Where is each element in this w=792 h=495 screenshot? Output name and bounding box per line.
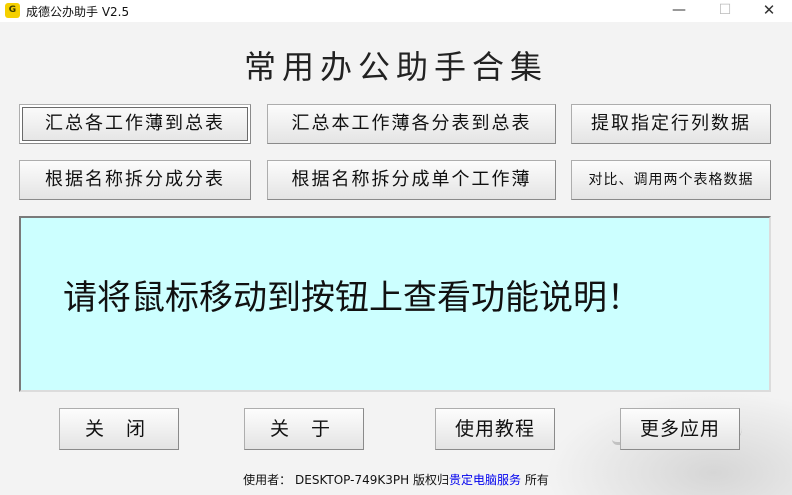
window-title: 成德公办助手 V2.5	[26, 5, 130, 19]
merge-workbooks-button[interactable]: 汇总各工作薄到总表	[19, 104, 251, 144]
about-button[interactable]: 关 于	[244, 408, 364, 450]
close-button[interactable]: 关 闭	[59, 408, 179, 450]
tutorial-button[interactable]: 使用教程	[435, 408, 555, 450]
footer-user-label: 使用者：	[243, 473, 292, 487]
owner-link[interactable]: 贵定电脑服务	[449, 473, 521, 487]
compare-tables-button[interactable]: 对比、调用两个表格数据	[571, 160, 771, 200]
merge-sheets-button[interactable]: 汇总本工作薄各分表到总表	[267, 104, 556, 144]
info-panel: 请将鼠标移动到按钮上查看功能说明！	[19, 216, 771, 392]
info-text: 请将鼠标移动到按钮上查看功能说明！	[63, 278, 641, 318]
footer-user-value: DESKTOP-749K3PH	[295, 473, 410, 487]
split-to-workbooks-button[interactable]: 根据名称拆分成单个工作薄	[267, 160, 556, 200]
title-bar: G 成德公办助手 V2.5 — ☐ ✕	[0, 0, 792, 22]
footer-rights-label: 版权归	[412, 473, 449, 487]
maximize-button[interactable]: ☐	[702, 0, 748, 22]
close-window-button[interactable]: ✕	[746, 0, 792, 22]
page-title: 常用办公助手合集	[243, 48, 548, 86]
extract-rows-columns-button[interactable]: 提取指定行列数据	[571, 104, 771, 144]
more-apps-button[interactable]: 更多应用	[620, 408, 740, 450]
app-icon: G	[5, 3, 20, 18]
minimize-button[interactable]: —	[656, 0, 702, 22]
footer-rights-suffix: 所有	[524, 473, 549, 487]
split-to-sheets-button[interactable]: 根据名称拆分成分表	[19, 160, 251, 200]
footer: 使用者： DESKTOP-749K3PH 版权归贵定电脑服务 所有	[0, 471, 792, 488]
